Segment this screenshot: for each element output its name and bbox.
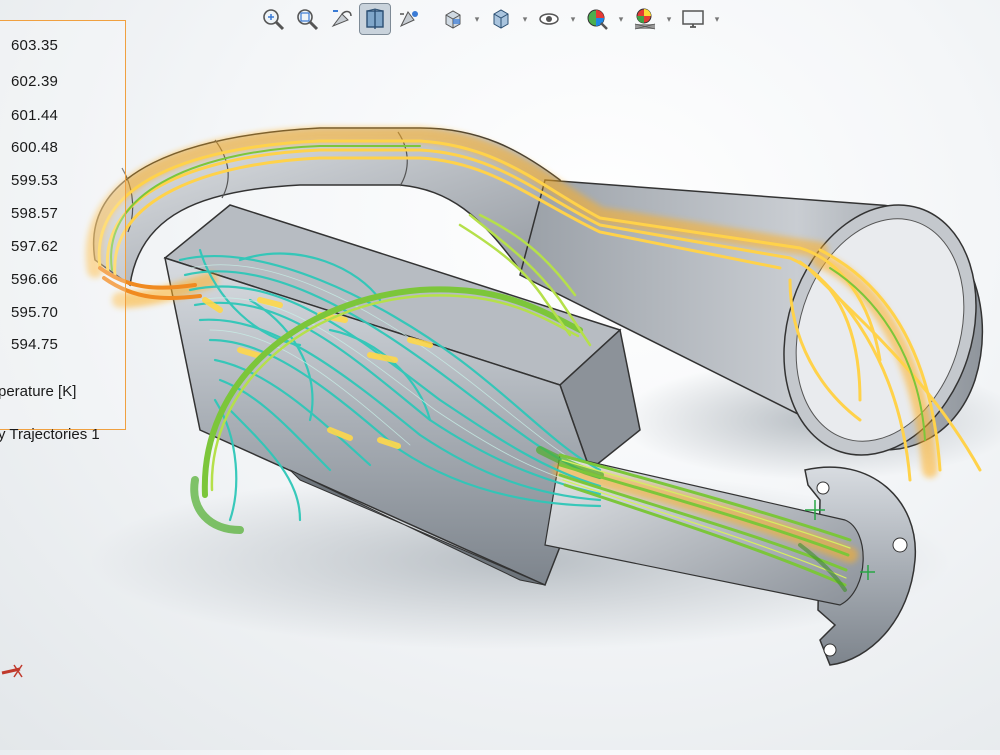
zoom-to-fit-icon (263, 9, 285, 31)
edit-appearance-icon (587, 9, 608, 30)
legend-value: 599.53 (11, 172, 59, 189)
chevron-down-icon[interactable]: ▾ (664, 4, 674, 34)
legend-value: 601.44 (11, 107, 59, 124)
edit-appearance-button[interactable] (582, 4, 612, 34)
dynamic-annotation-button[interactable] (394, 4, 424, 34)
graphics-viewport[interactable]: ▾ ▾ ▾ ▾ ▾ ▾ 603.35 602.39 601.44 600.48 599.5… (0, 0, 1000, 750)
legend-value: 603.35 (11, 37, 59, 54)
chevron-down-icon[interactable]: ▾ (568, 4, 578, 34)
chevron-down-icon[interactable]: ▾ (616, 4, 626, 34)
color-legend[interactable]: 603.35 602.39 601.44 600.48 599.53 598.5… (0, 20, 126, 443)
hide-show-items-button[interactable] (534, 4, 564, 34)
model-view[interactable] (0, 0, 1000, 750)
display-style-icon (493, 9, 509, 29)
legend-plot-label: y Trajectories 1 (0, 426, 100, 443)
view-settings-button[interactable] (678, 4, 708, 34)
previous-view-icon (331, 10, 352, 28)
legend-value: 600.48 (11, 139, 59, 156)
legend-value: 602.39 (11, 73, 59, 90)
zoom-to-area-icon (297, 9, 319, 31)
previous-view-button[interactable] (326, 4, 356, 34)
chevron-down-icon[interactable]: ▾ (712, 4, 722, 34)
chevron-down-icon[interactable]: ▾ (472, 4, 482, 34)
legend-value: 596.66 (11, 271, 59, 288)
view-orientation-icon (445, 10, 461, 29)
legend-value: 598.57 (11, 205, 59, 222)
legend-parameter-label: perature [K] (0, 383, 77, 400)
view-orientation-button[interactable] (438, 4, 468, 34)
apply-scene-button[interactable] (630, 4, 660, 34)
legend-value: 595.70 (11, 304, 59, 321)
hide-show-items-icon (539, 13, 559, 25)
legend-value: 597.62 (11, 238, 59, 255)
section-view-icon (366, 8, 384, 29)
apply-scene-icon (634, 8, 656, 30)
display-style-button[interactable] (486, 4, 516, 34)
legend-value: 594.75 (11, 336, 59, 353)
chevron-down-icon[interactable]: ▾ (520, 4, 530, 34)
zoom-to-area-button[interactable] (292, 4, 322, 34)
view-toolbar: ▾ ▾ ▾ ▾ ▾ ▾ (258, 2, 788, 36)
reference-triad-icon (1, 664, 23, 678)
zoom-to-fit-button[interactable] (258, 4, 288, 34)
view-settings-icon (682, 10, 704, 28)
dynamic-annotation-icon (399, 11, 418, 28)
section-view-button[interactable] (359, 3, 391, 35)
